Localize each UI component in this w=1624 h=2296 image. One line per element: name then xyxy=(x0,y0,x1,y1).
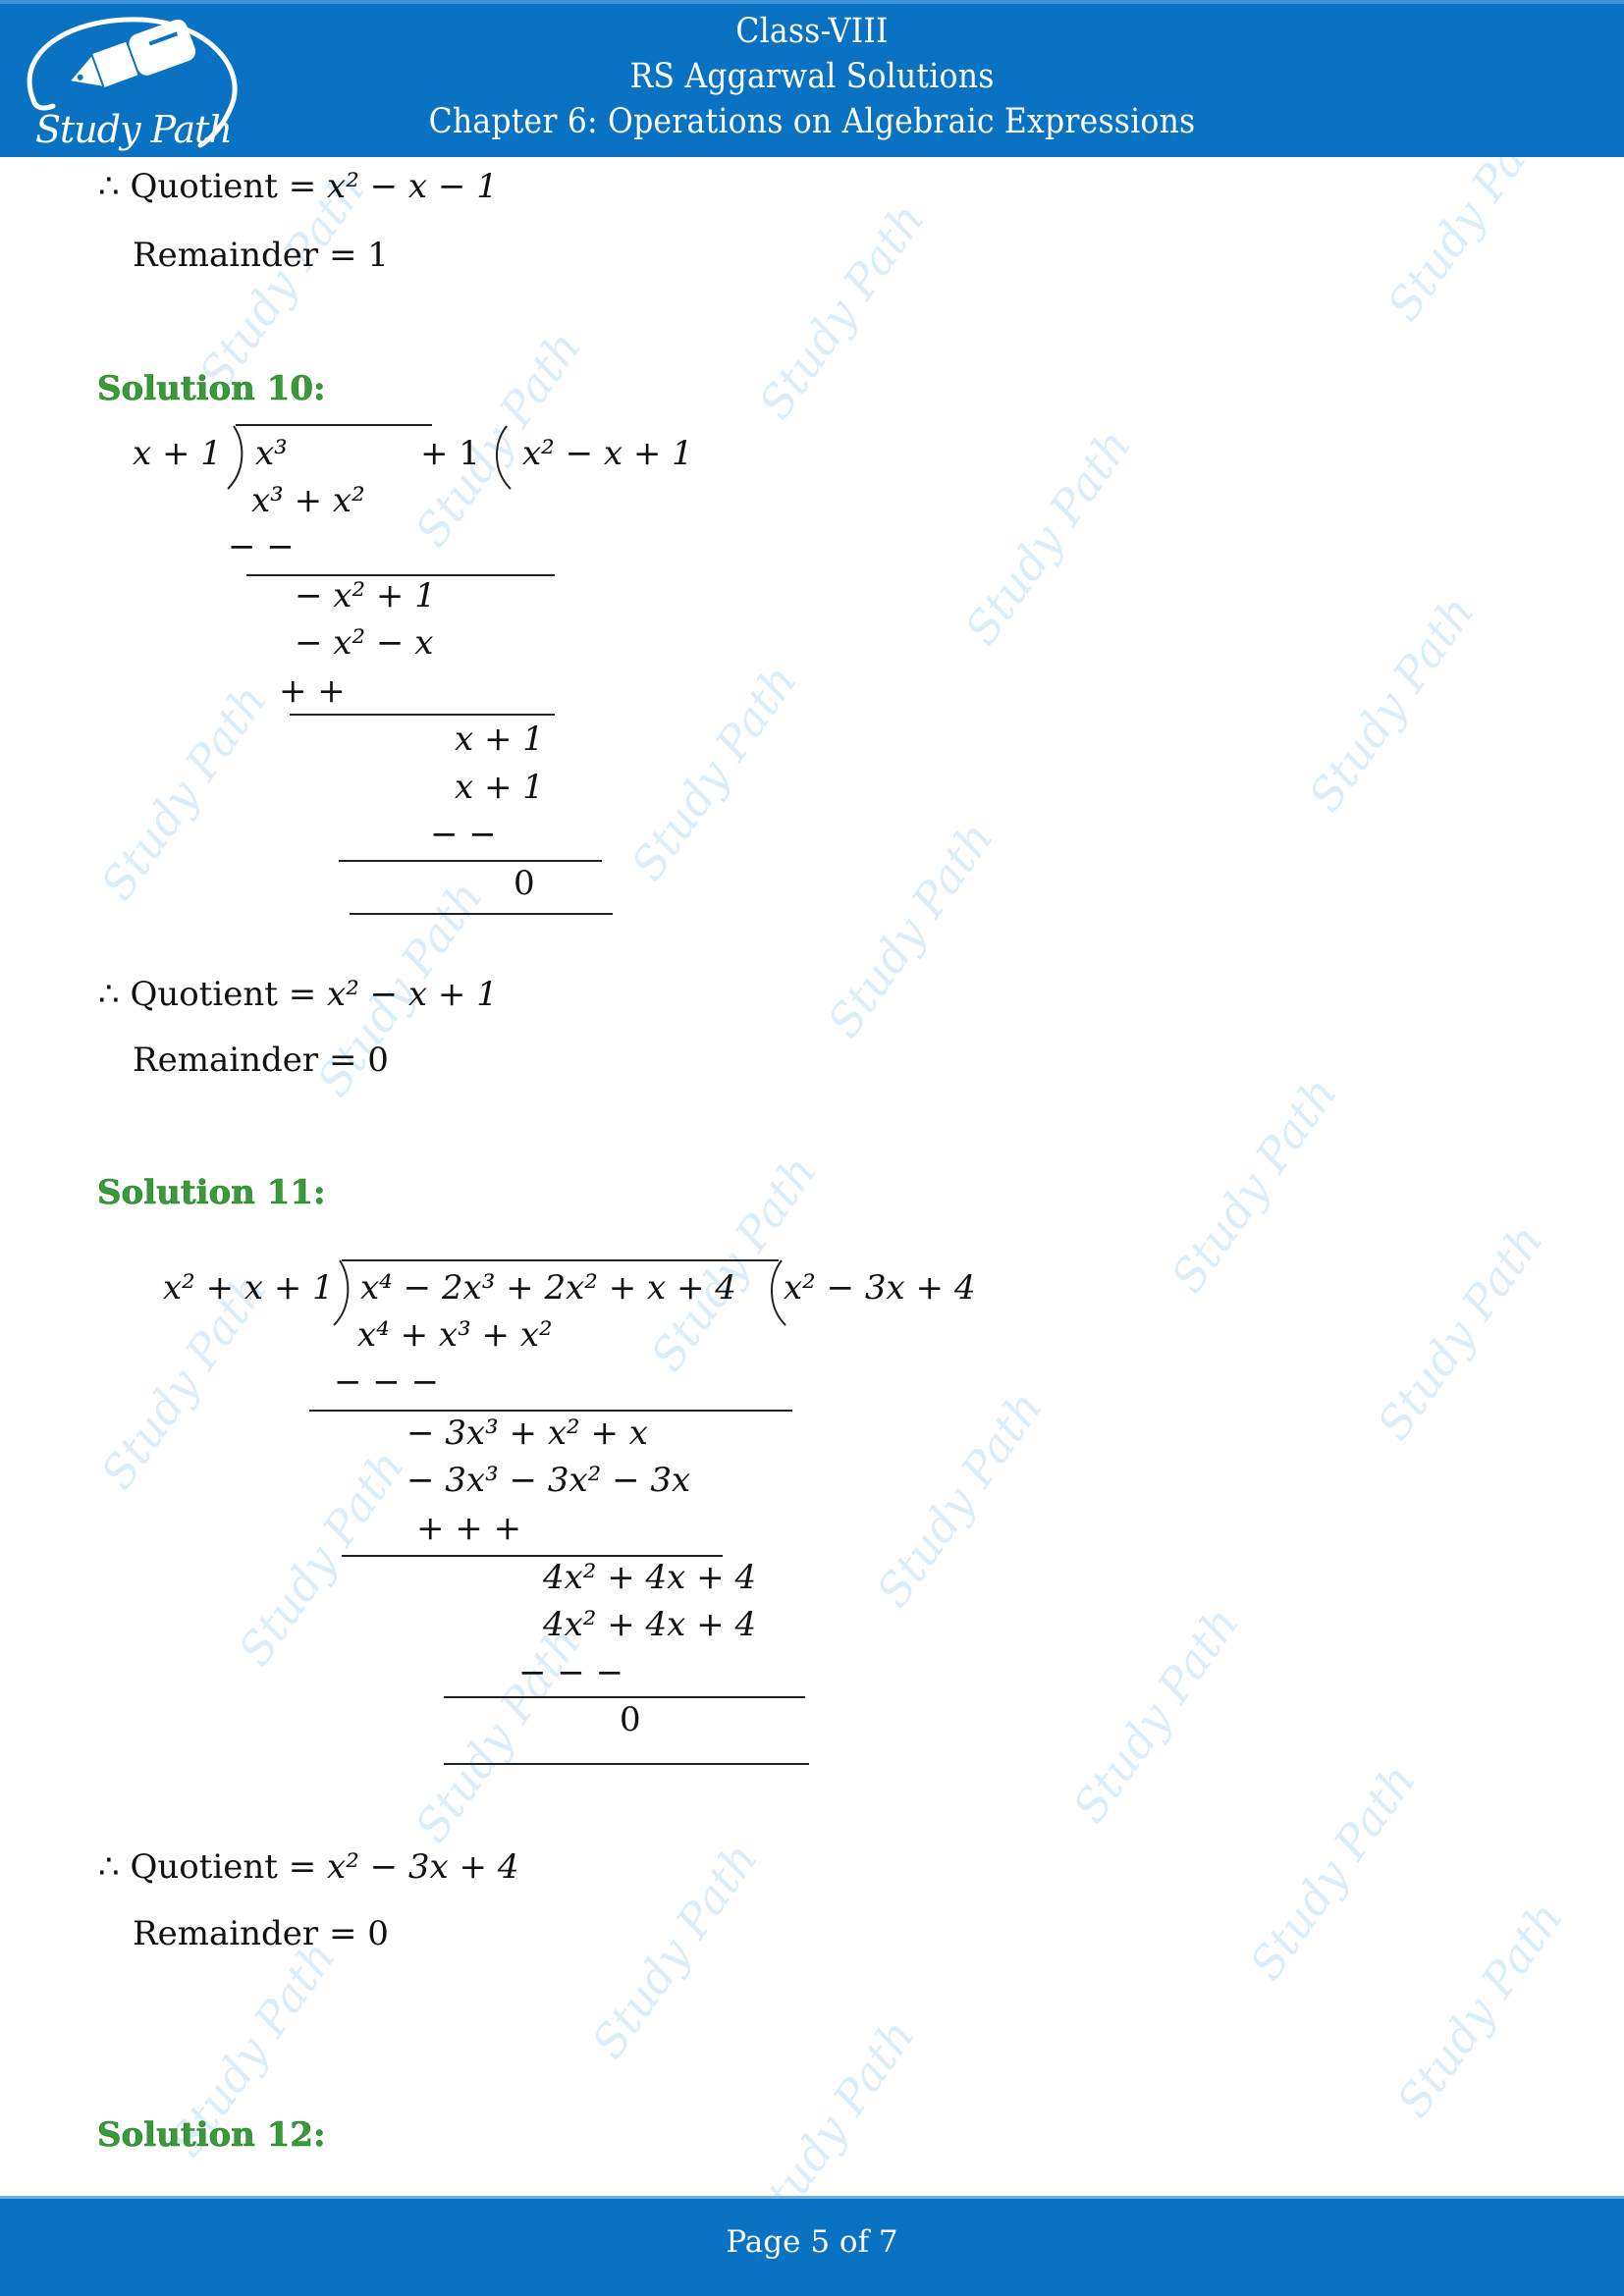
division-rule xyxy=(342,1555,723,1557)
solution-11-heading: Solution 11: xyxy=(97,1173,326,1213)
step-line: 4x² + 4x + 4 xyxy=(543,1558,757,1597)
watermark: Study Path xyxy=(1386,1892,1574,2127)
quotient: x² − x + 1 xyxy=(522,434,693,473)
watermark: Study Path xyxy=(866,1381,1054,1617)
division-overline xyxy=(236,424,432,426)
remainder-value: 0 xyxy=(367,1914,389,1953)
class-title: Class-VIII xyxy=(735,12,889,51)
division-bracket-left xyxy=(333,1259,350,1326)
step-line: x + 1 xyxy=(455,720,544,759)
step-line: x⁴ + x³ + x² xyxy=(357,1315,553,1355)
solution-10-heading: Solution 10: xyxy=(97,369,326,409)
step-line: x + 1 xyxy=(455,768,544,807)
page-number: Page 5 of 7 xyxy=(726,2224,898,2260)
solution-10-remainder-line: Remainder = 0 xyxy=(133,1041,389,1080)
prev-remainder-line: Remainder = 1 xyxy=(133,236,389,275)
watermark: Study Path xyxy=(748,193,936,429)
watermark: Study Path xyxy=(1239,1754,1427,1990)
remainder: 0 xyxy=(514,864,535,903)
division-bracket-left xyxy=(227,425,244,490)
solution-11-remainder-line: Remainder = 0 xyxy=(133,1914,389,1953)
quotient-label: ∴ Quotient = xyxy=(98,167,328,206)
remainder-value: 0 xyxy=(367,1041,389,1080)
remainder-label: Remainder = xyxy=(133,1041,368,1080)
solution-12-heading: Solution 12: xyxy=(97,2115,326,2156)
watermark: Study Path xyxy=(228,1440,415,1676)
watermark: Study Path xyxy=(817,812,1004,1047)
division-rule xyxy=(444,1763,809,1765)
quotient: x² − 3x + 4 xyxy=(784,1268,976,1308)
step-signs: − − xyxy=(228,527,295,566)
step-line: − 3x³ + x² + x xyxy=(406,1414,648,1453)
quotient-value: x² − 3x + 4 xyxy=(327,1847,519,1887)
watermark: Study Path xyxy=(1062,1597,1250,1833)
division-rule xyxy=(350,913,613,915)
step-line: 4x² + 4x + 4 xyxy=(543,1605,757,1644)
dividend-term: + 1 xyxy=(420,434,480,473)
watermark: Study Path xyxy=(1161,1067,1348,1303)
division-rule xyxy=(309,1410,792,1412)
step-signs: − − − xyxy=(334,1362,440,1402)
book-title: RS Aggarwal Solutions xyxy=(629,57,995,96)
prev-quotient-line: ∴ Quotient = x² − x − 1 xyxy=(98,167,498,206)
watermark: Study Path xyxy=(954,419,1142,655)
step-line: − 3x³ − 3x² − 3x xyxy=(406,1461,691,1500)
division-rule xyxy=(444,1696,805,1698)
step-signs: + + xyxy=(279,671,346,711)
step-signs: − − − xyxy=(518,1653,624,1692)
division-rule xyxy=(339,860,602,862)
division-overline xyxy=(342,1259,779,1261)
solution-11-quotient-line: ∴ Quotient = x² − 3x + 4 xyxy=(98,1847,518,1887)
watermark: Study Path xyxy=(621,655,808,890)
dividend-term: x³ xyxy=(255,434,288,473)
divisor: x + 1 xyxy=(133,434,222,473)
divisor: x² + x + 1 xyxy=(163,1268,334,1308)
watermark: Study Path xyxy=(90,674,278,910)
remainder-label: Remainder = xyxy=(133,236,368,275)
quotient-label: ∴ Quotient = xyxy=(98,1847,328,1887)
watermark: Study Path xyxy=(581,1833,769,2068)
step-line: − x² + 1 xyxy=(295,576,436,615)
quotient-value: x² − x − 1 xyxy=(327,167,498,206)
quotient-label: ∴ Quotient = xyxy=(98,975,328,1014)
chapter-title: Chapter 6: Operations on Algebraic Expre… xyxy=(428,102,1196,141)
remainder-label: Remainder = xyxy=(133,1914,368,1953)
division-rule xyxy=(290,714,555,716)
dividend: x⁴ − 2x³ + 2x² + x + 4 xyxy=(360,1268,736,1308)
division-bracket-right xyxy=(495,425,512,490)
solution-10-quotient-line: ∴ Quotient = x² − x + 1 xyxy=(98,975,498,1014)
watermark: Study Path xyxy=(1367,1214,1554,1450)
quotient-value: x² − x + 1 xyxy=(327,975,498,1014)
step-line: x³ + x² xyxy=(251,481,365,520)
page-header: Study Path Class-VIII RS Aggarwal Soluti… xyxy=(0,0,1624,157)
step-signs: + + + xyxy=(416,1509,522,1548)
remainder-value: 1 xyxy=(367,236,389,275)
step-signs: − − xyxy=(430,815,497,854)
remainder: 0 xyxy=(620,1700,641,1739)
watermark: Study Path xyxy=(1298,586,1486,822)
step-line: − x² − x xyxy=(295,623,434,663)
page-footer: Page 5 of 7 xyxy=(0,2196,1624,2296)
watermark: Study Path xyxy=(640,1146,828,1381)
